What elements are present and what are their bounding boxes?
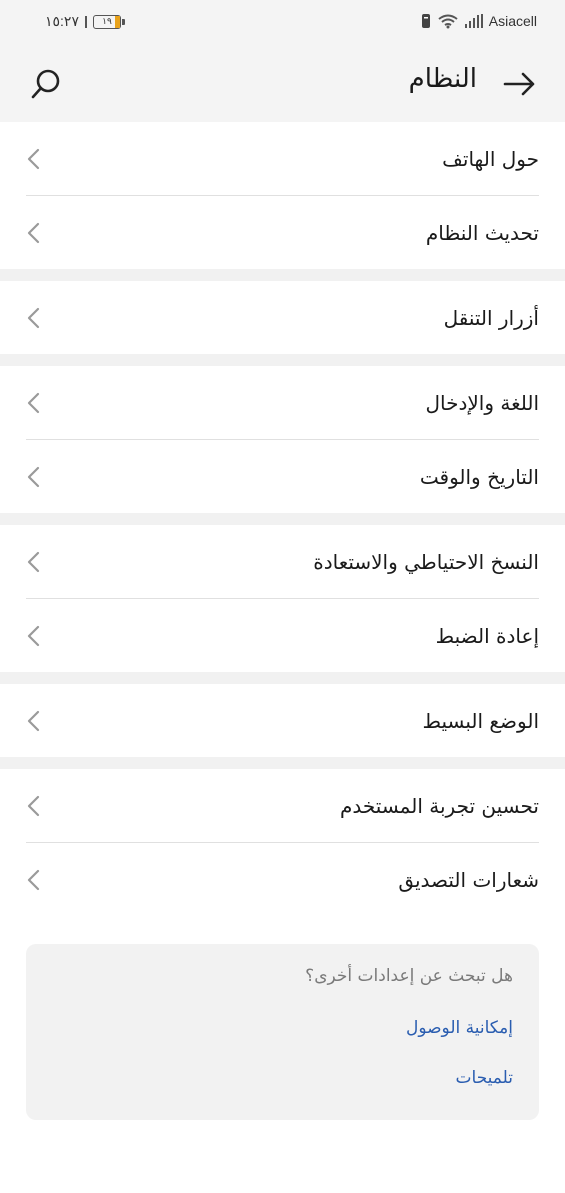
chevron-left-icon bbox=[24, 624, 44, 648]
settings-group: أزرار التنقل bbox=[0, 281, 565, 354]
settings-row[interactable]: شعارات التصديق bbox=[0, 843, 565, 916]
group-separator bbox=[0, 757, 565, 769]
settings-row-label: تحسين تجربة المستخدم bbox=[340, 793, 539, 818]
settings-row-label: اللغة والإدخال bbox=[425, 390, 539, 415]
group-separator bbox=[0, 354, 565, 366]
chevron-left-icon bbox=[24, 221, 44, 245]
settings-row[interactable]: تحديث النظام bbox=[0, 196, 565, 269]
battery-icon: ١٩ bbox=[92, 14, 125, 29]
status-bar: ١٥:٢٧ ١٩ Asiacell bbox=[0, 0, 565, 46]
chevron-left-icon bbox=[24, 306, 44, 330]
chevron-left-icon bbox=[24, 794, 44, 818]
settings-row[interactable]: اللغة والإدخال bbox=[0, 366, 565, 439]
back-arrow-icon[interactable] bbox=[501, 66, 537, 102]
settings-group: النسخ الاحتياطي والاستعادة إعادة الضبط bbox=[0, 525, 565, 672]
chevron-left-icon bbox=[24, 550, 44, 574]
app-header: النظام bbox=[0, 46, 565, 122]
settings-group: حول الهاتف تحديث النظام bbox=[0, 122, 565, 269]
accessibility-link[interactable]: إمكانية الوصول bbox=[406, 1018, 513, 1038]
settings-group: الوضع البسيط bbox=[0, 684, 565, 757]
group-separator bbox=[0, 513, 565, 525]
settings-row[interactable]: أزرار التنقل bbox=[0, 281, 565, 354]
carrier-name: Asiacell bbox=[488, 13, 537, 29]
signal-icon bbox=[464, 14, 483, 28]
wifi-icon bbox=[438, 14, 458, 29]
settings-row[interactable]: حول الهاتف bbox=[0, 122, 565, 195]
settings-row-label: أزرار التنقل bbox=[443, 305, 539, 330]
settings-row-label: التاريخ والوقت bbox=[419, 464, 539, 489]
chevron-left-icon bbox=[24, 868, 44, 892]
status-separator bbox=[84, 15, 87, 28]
settings-row[interactable]: النسخ الاحتياطي والاستعادة bbox=[0, 525, 565, 598]
status-time: ١٥:٢٧ bbox=[45, 13, 79, 29]
settings-list: حول الهاتف تحديث النظام أزرار التنقل اللغة … bbox=[0, 122, 565, 916]
settings-group: اللغة والإدخال التاريخ والوقت bbox=[0, 366, 565, 513]
settings-row-label: تحديث النظام bbox=[425, 220, 539, 245]
suggestions-card: هل تبحث عن إعدادات أخرى؟ إمكانية الوصول … bbox=[26, 944, 539, 1120]
settings-row-label: شعارات التصديق bbox=[398, 867, 539, 892]
chevron-left-icon bbox=[24, 465, 44, 489]
tips-link[interactable]: تلميحات bbox=[456, 1068, 513, 1088]
chevron-left-icon bbox=[24, 709, 44, 733]
status-left-cluster: ١٥:٢٧ ١٩ bbox=[45, 13, 125, 30]
status-right-cluster: Asiacell bbox=[421, 13, 537, 29]
settings-row[interactable]: التاريخ والوقت bbox=[0, 440, 565, 513]
settings-row[interactable]: إعادة الضبط bbox=[0, 599, 565, 672]
group-separator bbox=[0, 269, 565, 281]
page-title: النظام bbox=[408, 64, 477, 94]
settings-row-label: إعادة الضبط bbox=[435, 623, 539, 648]
search-icon[interactable] bbox=[28, 66, 64, 102]
settings-row-label: حول الهاتف bbox=[442, 146, 539, 171]
settings-group: تحسين تجربة المستخدم شعارات التصديق bbox=[0, 769, 565, 916]
chevron-left-icon bbox=[24, 391, 44, 415]
settings-row-label: الوضع البسيط bbox=[422, 708, 539, 733]
group-separator bbox=[0, 672, 565, 684]
settings-row[interactable]: الوضع البسيط bbox=[0, 684, 565, 757]
suggestions-question: هل تبحث عن إعدادات أخرى؟ bbox=[305, 966, 513, 986]
phone-status-icon bbox=[421, 14, 430, 28]
settings-row-label: النسخ الاحتياطي والاستعادة bbox=[313, 549, 539, 574]
settings-row[interactable]: تحسين تجربة المستخدم bbox=[0, 769, 565, 842]
chevron-left-icon bbox=[24, 147, 44, 171]
